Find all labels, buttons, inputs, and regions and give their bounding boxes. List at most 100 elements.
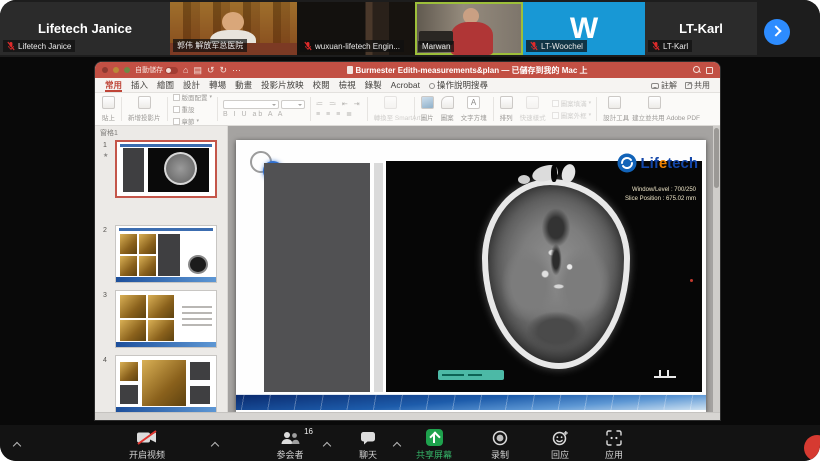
slide-thumbnail-1[interactable] — [115, 140, 217, 198]
slide-thumbnail-4[interactable] — [115, 355, 217, 413]
save-icon[interactable]: ▤ — [193, 66, 202, 75]
chat-button[interactable]: 聊天 — [348, 429, 388, 461]
list-buttons[interactable]: ≔ ≕ ⇤ ⇥ — [316, 100, 362, 108]
ribbon: 貼上 新增投影片 版面配置▾ 重設 章節▾ B I U ab A A — [95, 93, 720, 126]
adobe-pdf-button[interactable]: 建立並共用 Adobe PDF — [631, 95, 677, 123]
arrange-button[interactable]: 排列 — [499, 95, 514, 123]
autosave-toggle[interactable]: 自動儲存 — [135, 65, 178, 75]
paste-button[interactable]: 貼上 — [101, 95, 116, 123]
tab-slideshow[interactable]: 投影片放映 — [261, 78, 304, 92]
font-group: B I U ab A A — [223, 95, 305, 123]
powerpoint-window: 自動儲存 ⌂ ▤ ↺ ↻ ⋯ Burmester Edith-measureme… — [95, 62, 720, 420]
record-icon — [492, 430, 508, 446]
lifetech-logo: Lifetech — [617, 153, 698, 173]
participant-tile-lifetech-janice[interactable]: Lifetech Janice Lifetech Janice — [0, 2, 170, 55]
participant-tile-wuxuan[interactable]: wuxuan-lifetech Engin... — [297, 2, 415, 55]
redo-icon[interactable]: ↻ — [220, 66, 228, 75]
tab-insert[interactable]: 插入 — [131, 78, 148, 92]
font-size-select[interactable] — [281, 100, 305, 109]
more-commands-icon[interactable]: ⋯ — [232, 66, 241, 75]
next-participants-button[interactable] — [764, 19, 790, 45]
participant-name-label: wuxuan-lifetech Engin... — [315, 42, 400, 51]
layout-button[interactable]: 版面配置▾ — [173, 93, 213, 102]
thumb-graphic — [123, 148, 145, 191]
ppt-titlebar: 自動儲存 ⌂ ▤ ↺ ↻ ⋯ Burmester Edith-measureme… — [95, 62, 720, 78]
muted-mic-icon — [652, 41, 660, 51]
tab-review[interactable]: 校閱 — [313, 78, 330, 92]
pdf-icon — [648, 96, 661, 109]
ribbon-tab-bar: 常用 插入 繪圖 設計 轉場 動畫 投影片放映 校閱 檢視 錄製 Acrobat… — [95, 78, 720, 93]
measurement-label — [438, 370, 504, 380]
align-buttons[interactable]: ≡ ≡ ≡ ≣ — [316, 110, 362, 118]
chat-options-caret[interactable] — [394, 441, 401, 448]
reset-button[interactable]: 重設 — [173, 104, 213, 114]
thumb-graphic — [188, 255, 208, 274]
thumb-graphic — [116, 277, 216, 282]
share-document-button[interactable]: 共用 — [685, 80, 710, 91]
tab-draw[interactable]: 繪圖 — [157, 78, 174, 92]
paragraph-group: ≔ ≕ ⇤ ⇥ ≡ ≡ ≡ ≣ — [316, 95, 362, 123]
maximize-window-button[interactable] — [124, 67, 130, 73]
thumb-graphic — [120, 256, 137, 276]
participants-options-caret[interactable] — [324, 441, 331, 448]
share-screen-button[interactable]: 共享屏幕 — [406, 429, 462, 461]
shape-outline-button[interactable]: 圖案外框▾ — [552, 110, 592, 120]
quick-styles-button[interactable]: 快速樣式 — [519, 95, 547, 123]
slide-thumbnail-3[interactable] — [115, 290, 217, 348]
tab-transitions[interactable]: 轉場 — [209, 78, 226, 92]
participant-tile-guowei[interactable]: 郭伟 解放军总医院 — [170, 2, 297, 55]
participant-name-label: Marwan — [422, 42, 450, 51]
slide-footer-swoosh — [236, 394, 706, 410]
home-icon[interactable]: ⌂ — [183, 66, 188, 75]
design-ideas-button[interactable]: 設計工具 — [602, 95, 626, 123]
start-video-button[interactable]: 开启视频 — [112, 429, 182, 461]
video-options-caret[interactable] — [212, 441, 219, 448]
insert-shapes-button[interactable]: 圖案 — [440, 95, 455, 123]
vertical-scrollbar[interactable] — [713, 126, 720, 412]
thumb-graphic — [120, 234, 137, 254]
tab-design[interactable]: 設計 — [183, 78, 200, 92]
arrange-icon — [500, 96, 513, 109]
reactions-button[interactable]: 回应 — [538, 429, 582, 461]
insert-textbox-button[interactable]: A 文字方塊 — [460, 95, 488, 123]
shape-fill-button[interactable]: 圖案填滿▾ — [552, 98, 592, 108]
thumb-graphic — [148, 295, 174, 317]
participants-button[interactable]: 16 参会者 — [262, 429, 318, 461]
slide-canvas[interactable]: Window/Level : 700/250 Slice Position : … — [236, 140, 706, 412]
tab-record[interactable]: 錄製 — [365, 78, 382, 92]
close-window-button[interactable] — [102, 67, 108, 73]
apps-button[interactable]: 应用 — [592, 429, 636, 461]
slide-thumbnail-2[interactable] — [115, 225, 217, 283]
undo-icon[interactable]: ↺ — [207, 66, 215, 75]
comments-button[interactable]: 註解 — [651, 80, 677, 91]
minimize-window-button[interactable] — [113, 67, 119, 73]
picture-icon — [421, 96, 434, 109]
toggle-switch-icon — [165, 67, 178, 74]
thumb-graphic — [190, 386, 210, 404]
window-options-icon[interactable] — [706, 67, 713, 74]
end-meeting-button[interactable] — [804, 435, 820, 461]
tell-me-search[interactable]: 操作說明搜尋 — [429, 78, 488, 92]
tab-home[interactable]: 常用 — [105, 78, 122, 92]
thumb-graphic — [139, 234, 156, 254]
participant-tile-woochel[interactable]: W LT-Woochel — [523, 2, 645, 55]
participant-name-chip: Lifetech Janice — [3, 40, 75, 52]
participant-tile-marwan[interactable]: Marwan — [415, 2, 523, 55]
audio-options-caret[interactable] — [14, 441, 21, 448]
tab-acrobat[interactable]: Acrobat — [391, 78, 420, 92]
font-name-select[interactable] — [223, 100, 279, 109]
font-style-buttons[interactable]: B I U ab A A — [223, 111, 305, 118]
ribbon-separator — [493, 97, 494, 121]
ct-brain-axial-image — [482, 179, 630, 369]
participant-name-chip: Marwan — [418, 41, 454, 52]
convert-smartart-button[interactable]: 轉換至 SmartArt — [373, 95, 409, 123]
insert-picture-button[interactable]: 圖片 — [420, 95, 435, 123]
tab-view[interactable]: 檢視 — [339, 78, 356, 92]
section-button[interactable]: 章節▾ — [173, 116, 213, 126]
shape-format-stack: 圖案填滿▾ 圖案外框▾ — [552, 95, 592, 123]
search-icon[interactable] — [693, 66, 701, 74]
participant-tile-karl[interactable]: LT-Karl LT-Karl — [645, 2, 757, 55]
new-slide-button[interactable]: 新增投影片 — [127, 95, 162, 123]
record-button[interactable]: 录制 — [478, 429, 522, 461]
tab-animations[interactable]: 動畫 — [235, 78, 252, 92]
